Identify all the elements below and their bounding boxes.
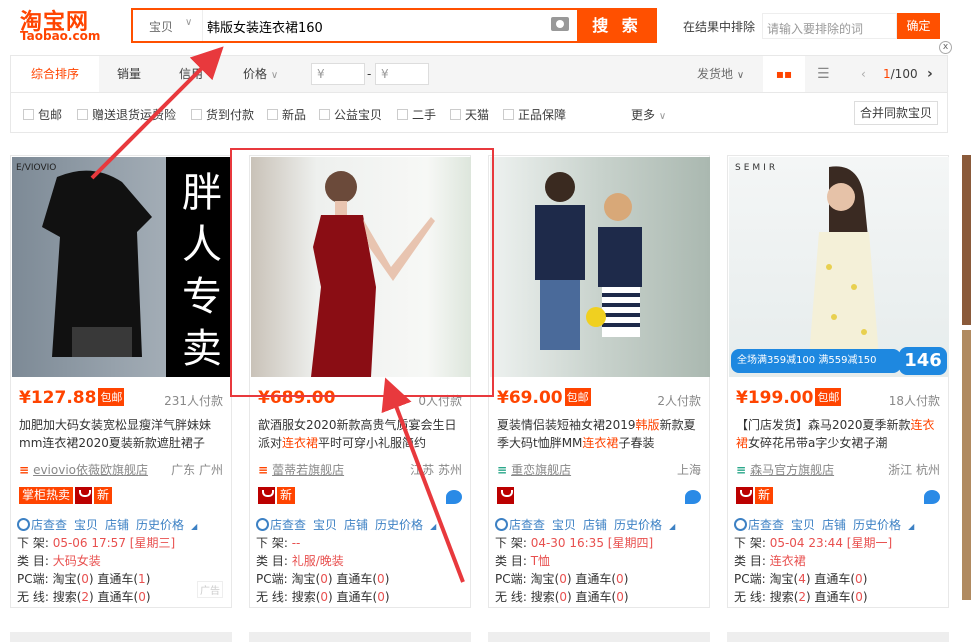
arrow-to-product: [388, 385, 463, 582]
annotation-arrows: [0, 0, 971, 640]
arrow-to-search: [92, 52, 218, 178]
